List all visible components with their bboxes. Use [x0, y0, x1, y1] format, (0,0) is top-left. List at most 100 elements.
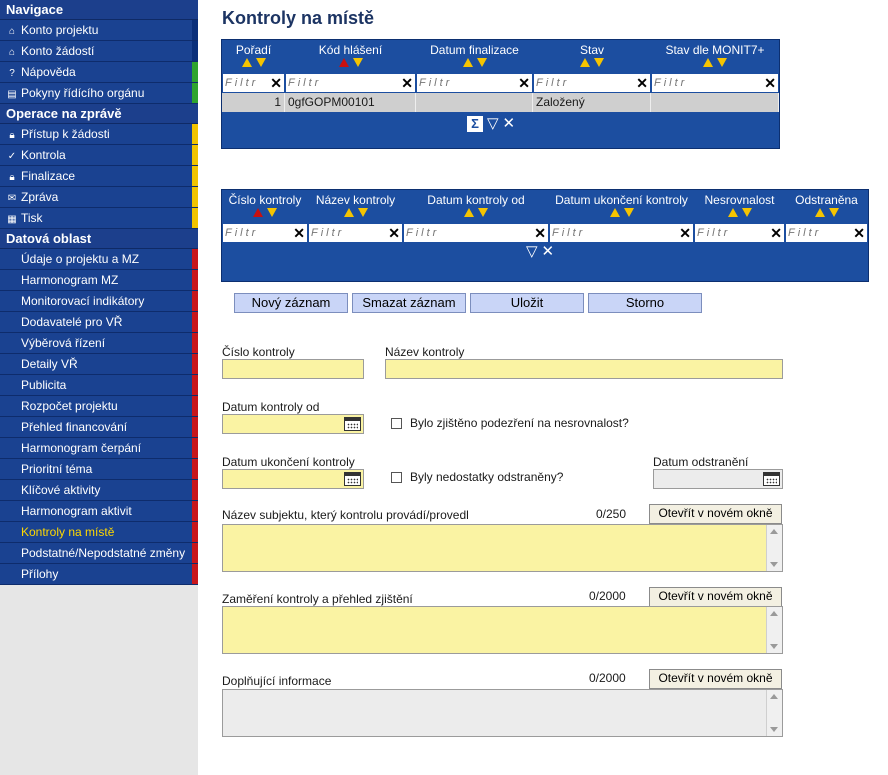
subject-name-textarea[interactable]: [222, 524, 783, 572]
column-header[interactable]: Odstraněna: [785, 190, 868, 223]
column-header[interactable]: Datum kontroly od: [403, 190, 549, 223]
sort-descending-icon[interactable]: [267, 208, 277, 218]
scrollbar[interactable]: [766, 607, 782, 653]
scroll-down-icon[interactable]: [770, 562, 778, 567]
sidebar-item-prehled-financovani[interactable]: Přehled financování: [0, 417, 198, 438]
scroll-down-icon[interactable]: [770, 644, 778, 649]
filter-input[interactable]: [550, 224, 693, 242]
clear-filter-icon[interactable]: ✕: [679, 224, 691, 242]
sidebar-item-rozpocet-projektu[interactable]: Rozpočet projektu: [0, 396, 198, 417]
control-date-from-field[interactable]: [222, 414, 364, 434]
sort-descending-icon[interactable]: [623, 208, 634, 218]
control-number-field[interactable]: [222, 359, 364, 379]
sort-descending-icon[interactable]: [741, 208, 752, 218]
sidebar-item-detaily-vr[interactable]: Detaily VŘ: [0, 354, 198, 375]
column-header[interactable]: Pořadí: [222, 40, 285, 73]
clear-filter-icon[interactable]: ✕: [503, 116, 516, 132]
sidebar-item-vyberova-rizeni[interactable]: Výběrová řízení: [0, 333, 198, 354]
column-header[interactable]: Nesrovnalost: [694, 190, 785, 223]
sort-ascending-icon[interactable]: [580, 58, 590, 68]
clear-filter-icon[interactable]: ✕: [270, 74, 282, 92]
sidebar-item-prilohy[interactable]: Přílohy: [0, 564, 198, 585]
sort-descending-icon[interactable]: [476, 58, 487, 68]
sort-ascending-icon[interactable]: [338, 58, 349, 68]
filter-icon[interactable]: ▽: [526, 244, 538, 260]
column-header[interactable]: Datum ukončení kontroly: [549, 190, 694, 223]
clear-filter-icon[interactable]: ✕: [770, 224, 782, 242]
sort-ascending-icon[interactable]: [462, 58, 473, 68]
filter-input[interactable]: [417, 74, 532, 92]
control-name-field[interactable]: [385, 359, 783, 379]
scroll-up-icon[interactable]: [770, 529, 778, 534]
clear-filter-icon[interactable]: ✕: [388, 224, 400, 242]
scroll-up-icon[interactable]: [770, 694, 778, 699]
sort-ascending-icon[interactable]: [343, 208, 354, 218]
sidebar-item-zprava[interactable]: ✉ Zpráva: [0, 187, 198, 208]
sort-descending-icon[interactable]: [717, 58, 727, 68]
sidebar-item-dodavatele-pro-vr[interactable]: Dodavatelé pro VŘ: [0, 312, 198, 333]
cancel-button[interactable]: Storno: [588, 293, 702, 313]
sort-ascending-icon[interactable]: [727, 208, 738, 218]
column-header[interactable]: Kód hlášení: [285, 40, 416, 73]
filter-input[interactable]: [652, 74, 778, 92]
open-in-new-window-button[interactable]: Otevřít v novém okně: [649, 669, 782, 689]
sidebar-item-pristup-k-zadosti[interactable]: 🔒︎ Přístup k žádosti: [0, 124, 198, 145]
sidebar-item-publicita[interactable]: Publicita: [0, 375, 198, 396]
sidebar-item-finalizace[interactable]: 🔒︎ Finalizace: [0, 166, 198, 187]
clear-filter-icon[interactable]: ✕: [293, 224, 305, 242]
sort-descending-icon[interactable]: [352, 58, 363, 68]
sort-descending-icon[interactable]: [357, 208, 368, 218]
control-end-date-field[interactable]: [222, 469, 364, 489]
clear-filter-icon[interactable]: ✕: [636, 74, 648, 92]
column-header[interactable]: Datum finalizace: [416, 40, 533, 73]
sidebar-item-klicove-aktivity[interactable]: Klíčové aktivity: [0, 480, 198, 501]
clear-filter-icon[interactable]: ✕: [518, 74, 530, 92]
irregularity-suspected-checkbox[interactable]: [391, 418, 402, 429]
scroll-up-icon[interactable]: [770, 611, 778, 616]
sort-ascending-icon[interactable]: [241, 58, 252, 68]
sidebar-item-udaje-o-projektu-a-mz[interactable]: Údaje o projektu a MZ: [0, 249, 198, 270]
sidebar-item-harmonogram-mz[interactable]: Harmonogram MZ: [0, 270, 198, 291]
sort-descending-icon[interactable]: [828, 208, 839, 218]
filter-input[interactable]: [534, 74, 650, 92]
sort-descending-icon[interactable]: [594, 58, 604, 68]
clear-filter-icon[interactable]: ✕: [853, 224, 865, 242]
sidebar-item-podstatne-nepodstatne-zmeny[interactable]: Podstatné/Nepodstatné změny: [0, 543, 198, 564]
clear-filter-icon[interactable]: ✕: [534, 224, 546, 242]
filter-icon[interactable]: ▽: [487, 116, 499, 132]
open-in-new-window-button[interactable]: Otevřít v novém okně: [649, 504, 782, 524]
sort-descending-icon[interactable]: [255, 58, 266, 68]
table-row[interactable]: 1 0gfGOPM00101 Založený: [222, 93, 779, 112]
sidebar-item-harmonogram-aktivit[interactable]: Harmonogram aktivit: [0, 501, 198, 522]
sidebar-item-konto-projektu[interactable]: ⌂ Konto projektu: [0, 20, 198, 41]
column-header[interactable]: Stav: [533, 40, 651, 73]
sidebar-item-konto-zadosti[interactable]: ⌂ Konto žádostí: [0, 41, 198, 62]
sort-ascending-icon[interactable]: [609, 208, 620, 218]
sort-ascending-icon[interactable]: [464, 208, 474, 218]
sidebar-item-harmonogram-cerpani[interactable]: Harmonogram čerpání: [0, 438, 198, 459]
sidebar-item-prioritni-tema[interactable]: Prioritní téma: [0, 459, 198, 480]
sort-descending-icon[interactable]: [478, 208, 488, 218]
calendar-icon[interactable]: [344, 417, 361, 431]
clear-filter-icon[interactable]: ✕: [764, 74, 776, 92]
sidebar-item-kontroly-na-miste[interactable]: Kontroly na místě: [0, 522, 198, 543]
sidebar-item-monitorovaci-indikatory[interactable]: Monitorovací indikátory: [0, 291, 198, 312]
sidebar-item-tisk[interactable]: ▦ Tisk: [0, 208, 198, 229]
save-button[interactable]: Uložit: [470, 293, 584, 313]
delete-record-button[interactable]: Smazat záznam: [352, 293, 466, 313]
sort-ascending-icon[interactable]: [703, 58, 713, 68]
clear-filter-icon[interactable]: ✕: [542, 244, 555, 260]
sort-ascending-icon[interactable]: [814, 208, 825, 218]
clear-filter-icon[interactable]: ✕: [401, 74, 413, 92]
scrollbar[interactable]: [766, 525, 782, 571]
scrollbar[interactable]: [766, 690, 782, 736]
sum-icon[interactable]: Σ: [467, 116, 483, 132]
sort-ascending-icon[interactable]: [253, 208, 263, 218]
sidebar-item-pokyny-ridiciho-organu[interactable]: ▤ Pokyny řídícího orgánu: [0, 83, 198, 104]
column-header[interactable]: Stav dle MONIT7+: [651, 40, 779, 73]
scroll-down-icon[interactable]: [770, 727, 778, 732]
filter-input[interactable]: [286, 74, 415, 92]
calendar-icon[interactable]: [344, 472, 361, 486]
new-record-button[interactable]: Nový záznam: [234, 293, 348, 313]
sidebar-item-kontrola[interactable]: ✓ Kontrola: [0, 145, 198, 166]
